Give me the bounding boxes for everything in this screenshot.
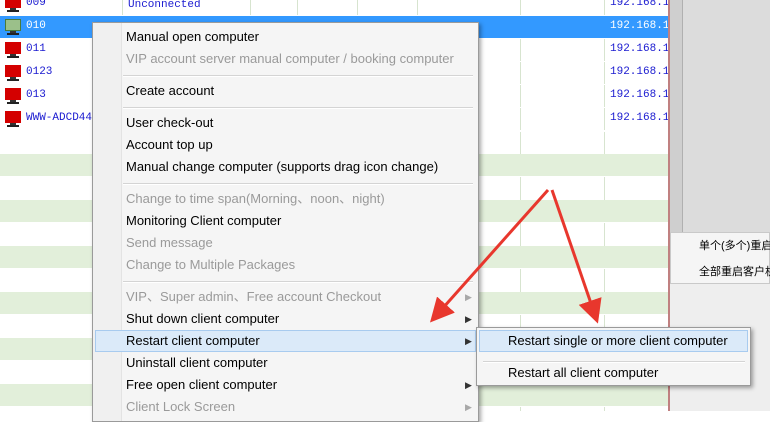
restart-options-box: 单个(多个)重启客 全部重启客户机 bbox=[670, 232, 770, 284]
menu-item-client-lock[interactable]: Client Lock Screen bbox=[126, 396, 235, 418]
submenu-item-restart-single[interactable]: Restart single or more client computer bbox=[508, 330, 728, 352]
menu-separator bbox=[123, 75, 473, 77]
ip-address: 192.168.10 bbox=[610, 43, 668, 55]
ip-address: 192.168.10 bbox=[610, 112, 668, 124]
menu-item-send-message[interactable]: Send message bbox=[126, 232, 213, 254]
menu-item-manual-change[interactable]: Manual change computer (supports drag ic… bbox=[126, 156, 438, 178]
table-row[interactable]: 009 Unconnected 192.168.10 bbox=[0, 0, 668, 16]
submenu-arrow-icon: ▶ bbox=[465, 402, 472, 412]
menu-item-vip-manual-open[interactable]: VIP account server manual computer / boo… bbox=[126, 48, 454, 70]
computer-name: 011 bbox=[26, 43, 46, 55]
ip-address: 192.168.10 bbox=[610, 20, 668, 32]
menu-item-manual-open[interactable]: Manual open computer bbox=[126, 26, 259, 48]
scrollbar[interactable] bbox=[670, 0, 683, 232]
menu-item-change-packages[interactable]: Change to Multiple Packages bbox=[126, 254, 295, 276]
menu-item-restart[interactable]: Restart client computer bbox=[126, 330, 260, 352]
computer-name: 010 bbox=[26, 20, 46, 32]
menu-separator bbox=[123, 281, 473, 283]
computer-name: 013 bbox=[26, 89, 46, 101]
red-monitor-icon bbox=[5, 88, 21, 104]
red-monitor-icon bbox=[5, 65, 21, 81]
submenu-arrow-icon: ▶ bbox=[465, 336, 472, 346]
computer-name: 009 bbox=[26, 0, 46, 9]
menu-item-change-time-span[interactable]: Change to time span(Morning、noon、night) bbox=[126, 188, 385, 210]
red-monitor-icon bbox=[5, 0, 21, 12]
green-monitor-icon bbox=[5, 19, 21, 35]
menu-item-uninstall[interactable]: Uninstall client computer bbox=[126, 352, 268, 374]
submenu-arrow-icon: ▶ bbox=[465, 314, 472, 324]
restart-submenu: Restart single or more client computer R… bbox=[476, 327, 751, 386]
red-monitor-icon bbox=[5, 111, 21, 127]
menu-item-free-open[interactable]: Free open client computer bbox=[126, 374, 277, 396]
computer-name: WWW-ADCD44D bbox=[26, 112, 99, 124]
menu-item-vip-checkout[interactable]: VIP、Super admin、Free account Checkout bbox=[126, 286, 381, 308]
menu-item-monitoring-client[interactable]: Monitoring Client computer bbox=[126, 210, 281, 232]
menu-separator bbox=[123, 183, 473, 185]
ip-address: 192.168.10 bbox=[610, 89, 668, 101]
panel-upper-area bbox=[670, 0, 770, 232]
context-menu: Manual open computer VIP account server … bbox=[92, 22, 479, 422]
restart-all-option-zh[interactable]: 全部重启客户机 bbox=[699, 263, 770, 279]
submenu-item-restart-all[interactable]: Restart all client computer bbox=[508, 362, 658, 384]
red-monitor-icon bbox=[5, 42, 21, 58]
connection-status: Unconnected bbox=[128, 0, 201, 11]
ip-address: 192.168.10 bbox=[610, 66, 668, 78]
submenu-arrow-icon: ▶ bbox=[465, 292, 472, 302]
ip-address: 192.168.10 bbox=[610, 0, 668, 9]
menu-separator bbox=[123, 107, 473, 109]
menu-item-create-account[interactable]: Create account bbox=[126, 80, 214, 102]
menu-item-user-checkout[interactable]: User check-out bbox=[126, 112, 213, 134]
computer-name: 0123 bbox=[26, 66, 53, 78]
menu-item-shut-down[interactable]: Shut down client computer bbox=[126, 308, 279, 330]
submenu-arrow-icon: ▶ bbox=[465, 380, 472, 390]
restart-single-option-zh[interactable]: 单个(多个)重启客 bbox=[699, 237, 770, 253]
menu-icon-gutter bbox=[93, 23, 122, 421]
menu-item-account-topup[interactable]: Account top up bbox=[126, 134, 213, 156]
